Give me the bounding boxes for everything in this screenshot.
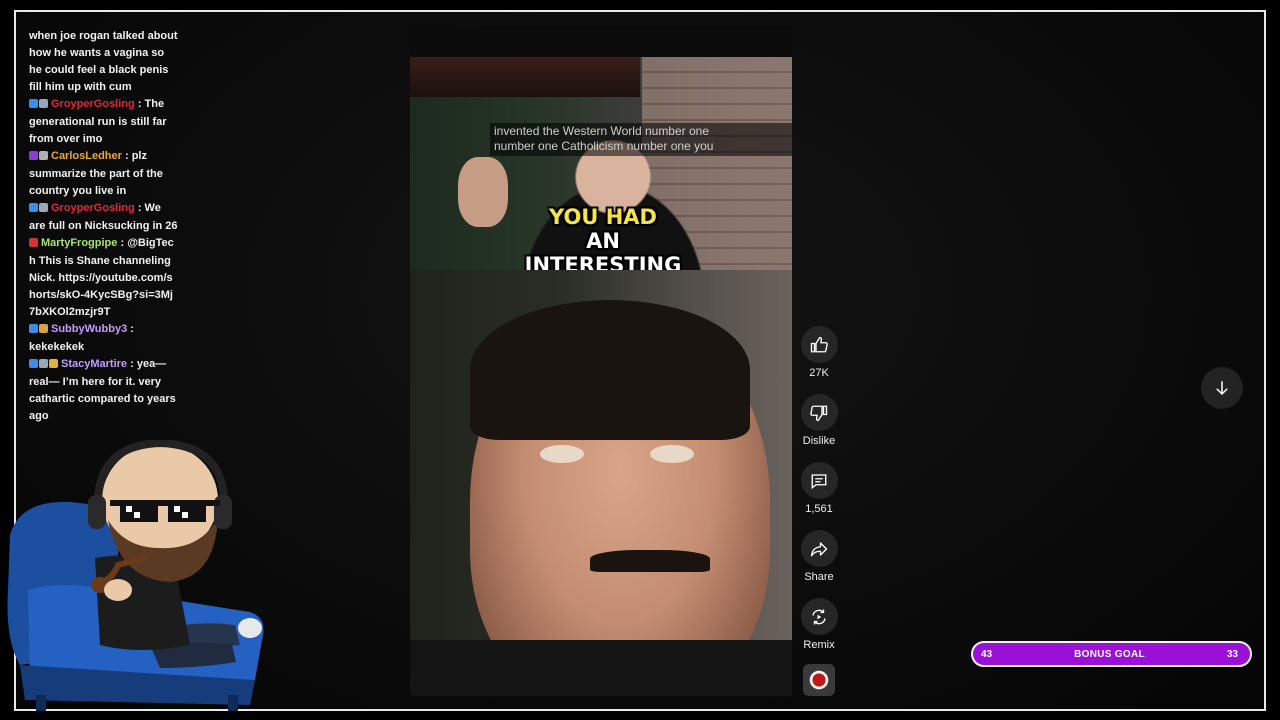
goal-right-value: 33	[1226, 648, 1238, 660]
chat-message: SubbyWubby3 : kekekekek	[29, 321, 179, 356]
closed-caption-box: invented the Western World number one nu…	[490, 123, 792, 156]
video-bottom-clip	[410, 270, 792, 696]
avatar-illustration	[7, 438, 264, 711]
comment-button[interactable]	[800, 462, 838, 499]
badge-icon	[39, 151, 48, 160]
dislike-label: Dislike	[802, 435, 836, 447]
badge-icon	[49, 359, 58, 368]
chat-message: GroyperGosling : We are full on Nicksuck…	[29, 200, 179, 235]
closeup-shirt	[410, 640, 792, 696]
badge-icon	[29, 151, 38, 160]
comment-action: 1,561	[800, 462, 838, 515]
caption-line: AN	[586, 229, 620, 253]
closeup-eye	[650, 445, 694, 463]
dislike-button[interactable]	[800, 394, 838, 431]
share-action: Share	[800, 530, 838, 583]
goal-title: BONUS GOAL	[1074, 648, 1145, 660]
remix-button[interactable]	[800, 598, 838, 635]
sound-thumbnail-button[interactable]	[803, 664, 835, 696]
remix-icon	[812, 609, 826, 624]
chat-username[interactable]: GroyperGosling	[51, 202, 135, 214]
comment-count: 1,561	[805, 503, 833, 515]
remix-action: Remix	[800, 598, 838, 651]
closed-caption-line: number one Catholicism number one you	[494, 139, 714, 153]
badge-icon	[29, 359, 38, 368]
chat-message-text: : @BigTech This is Shane channeling Nick…	[29, 237, 174, 318]
goal-left-value: 43	[981, 648, 993, 660]
share-label: Share	[804, 571, 834, 583]
burned-in-caption: YOU HAD AN INTERESTING	[510, 205, 696, 277]
badge-icon	[29, 99, 38, 108]
closed-caption-line: invented the Western World number one	[494, 124, 710, 138]
chat-username[interactable]: CarlosLedher	[51, 150, 122, 162]
chat-badges	[29, 236, 39, 253]
chat-username[interactable]: SubbyWubby3	[51, 323, 127, 335]
arrow-down-icon	[1216, 381, 1228, 396]
chat-message: StacyMartire : yea— real— I’m here for i…	[29, 356, 179, 425]
badge-icon	[39, 359, 48, 368]
chat-message-text: when joe rogan talked about how he wants…	[29, 30, 178, 93]
chat-panel: when joe rogan talked about how he wants…	[29, 28, 179, 425]
closeup-eye	[540, 445, 584, 463]
chat-username[interactable]: MartyFrogpipe	[41, 237, 117, 249]
chat-badges	[29, 357, 59, 374]
background-shelf	[410, 57, 640, 97]
badge-icon	[39, 99, 48, 108]
badge-icon	[39, 324, 48, 333]
badge-icon	[29, 238, 38, 247]
speaker-hand	[458, 157, 508, 227]
chat-badges	[29, 322, 49, 339]
chat-username[interactable]: StacyMartire	[61, 358, 127, 370]
share-button[interactable]	[800, 530, 838, 567]
chat-message: CarlosLedher : plz summarize the part of…	[29, 148, 179, 200]
chat-message: GroyperGosling : The generational run is…	[29, 96, 179, 148]
comment-icon	[811, 473, 827, 489]
short-video-player[interactable]: invented the Western World number one nu…	[410, 25, 792, 696]
badge-icon	[29, 203, 38, 212]
bonus-goal-bar: 43 BONUS GOAL 33	[971, 641, 1252, 667]
like-button[interactable]	[800, 326, 838, 363]
streamer-avatar	[0, 438, 275, 715]
remix-label: Remix	[803, 639, 835, 651]
like-action: 27K	[800, 326, 838, 379]
closeup-mustache	[590, 550, 710, 572]
closeup-hair	[470, 300, 750, 440]
chat-username[interactable]: GroyperGosling	[51, 98, 135, 110]
share-icon	[810, 541, 828, 556]
next-video-button[interactable]	[1201, 367, 1243, 409]
video-top-clip: invented the Western World number one nu…	[410, 57, 792, 295]
like-count: 27K	[809, 367, 829, 379]
chat-badges	[29, 149, 49, 166]
chat-badges	[29, 201, 49, 218]
badge-icon	[29, 324, 38, 333]
chat-message: when joe rogan talked about how he wants…	[29, 28, 179, 96]
thumbs-down-icon	[810, 405, 828, 421]
chat-message: MartyFrogpipe : @BigTech This is Shane c…	[29, 235, 179, 321]
badge-icon	[39, 203, 48, 212]
caption-line: YOU HAD	[549, 205, 657, 229]
dislike-action: Dislike	[800, 394, 838, 447]
chat-badges	[29, 97, 49, 114]
thumbs-up-icon	[810, 336, 828, 352]
